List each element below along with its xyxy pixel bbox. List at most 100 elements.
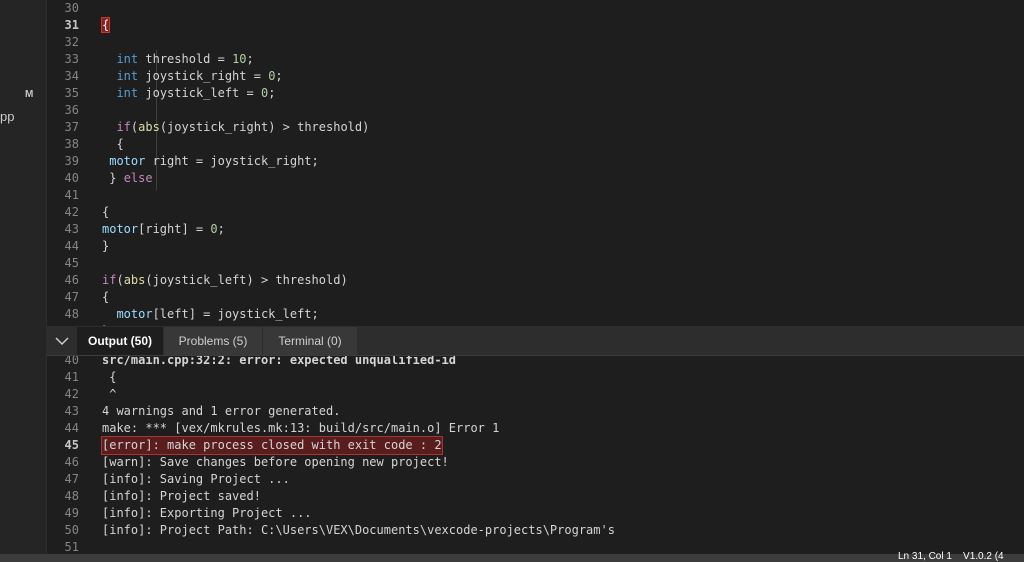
code-line[interactable]: 48 motor[left] = joystick_left; — [47, 306, 997, 323]
code-text: int joystick_left = 0; — [116, 86, 276, 100]
output-text: { — [102, 370, 117, 384]
output-line[interactable]: 41 { — [47, 369, 997, 386]
output-text: [warn]: Save changes before opening new … — [102, 455, 449, 469]
tab-problems[interactable]: Problems (5) — [164, 327, 262, 355]
line-number: 30 — [64, 1, 79, 15]
code-text: int threshold = 10; — [116, 52, 254, 66]
line-number: 45 — [64, 438, 79, 452]
line-number: 46 — [64, 273, 79, 287]
code-text: motor right = joystick_right; — [109, 154, 319, 168]
code-text: if(abs(joystick_left) > threshold) — [102, 273, 348, 287]
line-number: 39 — [64, 154, 79, 168]
output-line[interactable]: 42 ^ — [47, 386, 997, 403]
code-line[interactable]: 31 { — [47, 17, 997, 34]
activity-sidebar: M pp — [0, 0, 47, 554]
line-number: 48 — [64, 489, 79, 503]
line-number: 36 — [64, 103, 79, 117]
output-text: src/main.cpp:32:2: error: expected unqua… — [102, 356, 457, 367]
code-text: if(abs(joystick_right) > threshold) — [116, 120, 370, 134]
code-line[interactable]: 40 } else — [47, 170, 997, 187]
code-text: { — [100, 17, 111, 33]
code-line[interactable]: 38 { — [47, 136, 997, 153]
output-text: ^ — [102, 387, 117, 401]
line-number: 43 — [64, 404, 79, 418]
code-text: { — [102, 137, 124, 151]
panel-tab-bar: Output (50) Problems (5) Terminal (0) — [47, 326, 1024, 356]
line-number: 37 — [64, 120, 79, 134]
output-line[interactable]: 50 [info]: Project Path: C:\Users\VEX\Doc… — [47, 522, 997, 539]
line-number: 44 — [64, 239, 79, 253]
code-editor[interactable]: 30 31{32 33 int threshold = 10; 34 int joys… — [47, 0, 1024, 326]
line-number: 40 — [64, 171, 79, 185]
output-line[interactable]: 40 src/main.cpp:32:2: error: expected unq… — [47, 356, 997, 369]
line-number: 49 — [64, 506, 79, 520]
output-text: [info]: Exporting Project ... — [102, 506, 312, 520]
line-number: 48 — [64, 307, 79, 321]
code-line[interactable]: 39 motor right = joystick_right; — [47, 153, 997, 170]
code-line[interactable]: 33 int threshold = 10; — [47, 51, 997, 68]
code-line[interactable]: 47 { — [47, 289, 997, 306]
output-line[interactable]: 51 — [47, 539, 997, 554]
output-text: 4 warnings and 1 error generated. — [102, 404, 341, 418]
code-line[interactable]: 43 motor[right] = 0; — [47, 221, 997, 238]
code-line[interactable]: 36 — [47, 102, 997, 119]
output-line[interactable]: 46 [warn]: Save changes before opening ne… — [47, 454, 997, 471]
line-number: 44 — [64, 421, 79, 435]
line-number: 34 — [64, 69, 79, 83]
line-number: 33 — [64, 52, 79, 66]
line-number: 40 — [64, 356, 79, 367]
output-text: [error]: make process closed with exit c… — [101, 436, 443, 455]
output-line[interactable]: 49 [info]: Exporting Project ... — [47, 505, 997, 522]
line-number: 35 — [64, 86, 79, 100]
output-text: [info]: Project saved! — [102, 489, 261, 503]
code-line[interactable]: 37 if(abs(joystick_right) > threshold) — [47, 119, 997, 136]
output-text: [info]: Project Path: C:\Users\VEX\Docum… — [102, 523, 615, 537]
chevron-down-icon[interactable] — [53, 332, 71, 350]
code-text: { — [102, 290, 110, 304]
output-text: make: *** [vex/mkrules.mk:13: build/src/… — [102, 421, 500, 435]
code-line[interactable]: 41 — [47, 187, 997, 204]
line-number: 46 — [64, 455, 79, 469]
status-bar: Ln 31, Col 1 V1.0.2 (4 — [0, 551, 1024, 562]
output-panel: Output (50) Problems (5) Terminal (0) 40… — [47, 326, 1024, 554]
code-line[interactable]: 42 { — [47, 204, 997, 221]
code-text: motor[left] = joystick_left; — [116, 307, 319, 321]
line-number: 31 — [64, 18, 79, 32]
output-line[interactable]: 47 [info]: Saving Project ... — [47, 471, 997, 488]
line-number: 41 — [64, 370, 79, 384]
code-line[interactable]: 32 — [47, 34, 997, 51]
line-number: 47 — [64, 290, 79, 304]
line-number: 38 — [64, 137, 79, 151]
code-line[interactable]: 46 if(abs(joystick_left) > threshold) — [47, 272, 997, 289]
code-line[interactable]: 45 — [47, 255, 997, 272]
line-number: 51 — [64, 540, 79, 554]
line-number: 41 — [64, 188, 79, 202]
output-line[interactable]: 44 make: *** [vex/mkrules.mk:13: build/sr… — [47, 420, 997, 437]
line-number: 32 — [64, 35, 79, 49]
tab-output[interactable]: Output (50) — [77, 327, 163, 355]
line-number: 42 — [64, 205, 79, 219]
code-line[interactable]: 44} — [47, 238, 997, 255]
code-line[interactable]: 34 int joystick_right = 0; — [47, 68, 997, 85]
code-text: int joystick_right = 0; — [116, 69, 283, 83]
sidebar-item-partial[interactable]: pp — [0, 109, 14, 124]
code-text: motor[right] = 0; — [102, 222, 225, 236]
cursor-position[interactable]: Ln 31, Col 1 V1.0.2 (4 — [898, 551, 1004, 562]
tab-terminal[interactable]: Terminal (0) — [263, 327, 357, 355]
line-number: 45 — [64, 256, 79, 270]
code-text: { — [102, 205, 110, 219]
output-log[interactable]: 40 src/main.cpp:32:2: error: expected unq… — [47, 356, 1024, 554]
code-line[interactable]: 35 int joystick_left = 0; — [47, 85, 997, 102]
output-line[interactable]: 48 [info]: Project saved! — [47, 488, 997, 505]
output-line[interactable]: 43 4 warnings and 1 error generated. — [47, 403, 997, 420]
line-number: 50 — [64, 523, 79, 537]
code-text: } — [102, 239, 110, 253]
code-line[interactable]: 30 — [47, 0, 997, 17]
line-number: 47 — [64, 472, 79, 486]
line-number: 43 — [64, 222, 79, 236]
output-text: [info]: Saving Project ... — [102, 472, 290, 486]
modified-marker: M — [25, 89, 34, 100]
line-number: 42 — [64, 387, 79, 401]
code-text: } else — [102, 171, 153, 185]
output-line[interactable]: 45 [error]: make process closed with exit… — [47, 436, 997, 455]
